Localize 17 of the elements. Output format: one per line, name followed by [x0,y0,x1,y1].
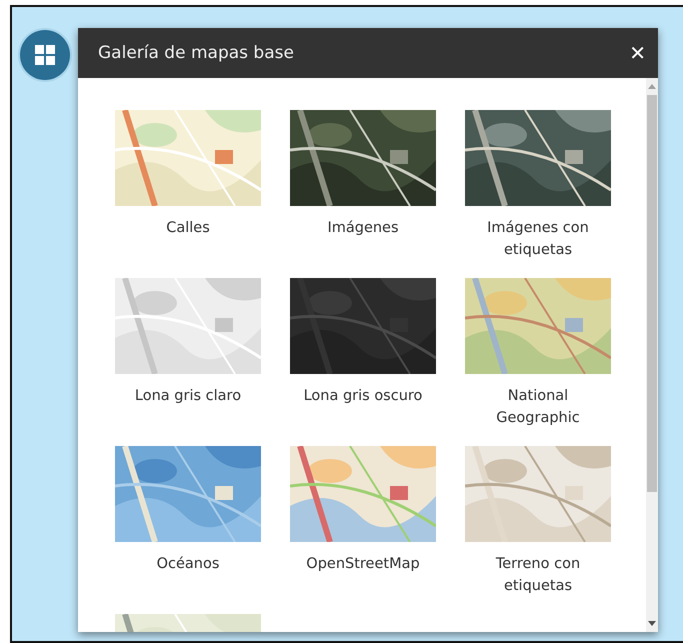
basemap-label: National Geographic [495,387,581,428]
panel-title: Galería de mapas base [98,43,294,63]
basemap-label: Océanos [156,555,220,574]
basemap-label: Calles [165,219,211,238]
basemap-label: Lona gris claro [134,387,242,406]
basemap-label: Imágenes con etiquetas [486,219,590,260]
basemap-label: Lona gris oscuro [302,387,424,406]
scrollbar-thumb[interactable] [647,95,657,492]
scroll-down-icon[interactable] [648,621,656,626]
scroll-up-icon[interactable] [648,84,656,89]
scrollbar[interactable] [646,78,658,632]
basemap-label: Imágenes [326,219,400,238]
grid-icon [35,45,55,65]
basemap-label: OpenStreetMap [305,555,421,574]
basemap-label: Terreno con etiquetas [494,555,582,596]
close-button[interactable]: ✕ [627,41,648,65]
basemap-button[interactable] [20,30,70,80]
